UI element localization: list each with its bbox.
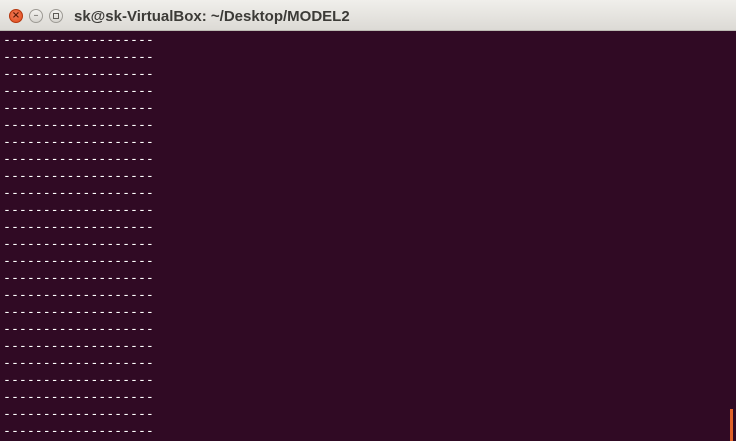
terminal-line: ------------------- [3, 118, 154, 133]
maximize-button[interactable] [49, 9, 63, 23]
terminal-line: ------------------- [3, 203, 154, 218]
terminal-line: ------------------- [3, 390, 154, 405]
close-icon: × [11, 10, 21, 21]
terminal-line: ------------------- [3, 424, 154, 439]
terminal-line: ------------------- [3, 33, 154, 48]
terminal-line: ------------------- [3, 84, 154, 99]
maximize-icon [53, 13, 59, 19]
terminal-scroll-indicator [730, 409, 733, 441]
terminal-line: ------------------- [3, 135, 154, 150]
minimize-button[interactable]: – [29, 9, 43, 23]
terminal-line: ------------------- [3, 220, 154, 235]
terminal-line: ------------------- [3, 322, 154, 337]
terminal-line: ------------------- [3, 288, 154, 303]
minimize-icon: – [33, 10, 39, 21]
terminal-line: ------------------- [3, 305, 154, 320]
terminal-line: ------------------- [3, 101, 154, 116]
terminal-line: ------------------- [3, 373, 154, 388]
terminal-lines: ------------------- ------------------- --… [3, 32, 154, 440]
terminal-line: ------------------- [3, 407, 154, 422]
terminal-line: ------------------- [3, 186, 154, 201]
terminal-line: ------------------- [3, 152, 154, 167]
terminal-line: ------------------- [3, 237, 154, 252]
terminal-output[interactable]: ------------------- ------------------- --… [0, 31, 736, 441]
terminal-line: ------------------- [3, 67, 154, 82]
terminal-line: ------------------- [3, 356, 154, 371]
terminal-line: ------------------- [3, 254, 154, 269]
terminal-window: × – sk@sk-VirtualBox: ~/Desktop/MODEL2 -… [0, 0, 736, 441]
terminal-line: ------------------- [3, 50, 154, 65]
close-button[interactable]: × [9, 9, 23, 23]
terminal-line: ------------------- [3, 271, 154, 286]
terminal-line: ------------------- [3, 169, 154, 184]
title-bar[interactable]: × – sk@sk-VirtualBox: ~/Desktop/MODEL2 [0, 0, 736, 31]
terminal-line: ------------------- [3, 339, 154, 354]
window-title: sk@sk-VirtualBox: ~/Desktop/MODEL2 [74, 8, 350, 25]
